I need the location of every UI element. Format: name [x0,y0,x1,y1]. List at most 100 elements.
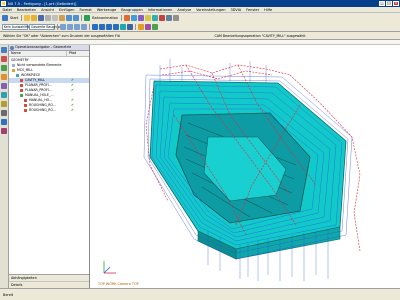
cam-animation-button[interactable]: Bahnanimation [91,16,119,20]
tree-node-unused[interactable]: Nicht verwendete Elemente [9,63,89,68]
copy-icon[interactable] [52,14,59,21]
create-operation-icon[interactable] [124,14,131,21]
menu-werkzeuge[interactable]: Werkzeuge [94,8,118,12]
undo-icon[interactable] [66,14,73,21]
show-hide-icon[interactable] [152,23,158,30]
menu-analyse[interactable]: Analyse [175,8,194,12]
tree-node-label: CAVITY_MILL [25,78,46,82]
assembly-navigator-icon[interactable] [1,47,7,53]
menu-format[interactable]: Format [77,8,94,12]
postprocess-icon[interactable] [166,14,173,21]
tree-node-geometry[interactable]: GEOMETRY [9,58,89,63]
generate-toolpath-icon[interactable] [152,14,159,21]
rotate-icon[interactable] [113,23,119,30]
check-icon: ✔ [71,103,75,107]
part-toolpath-view[interactable] [90,45,400,288]
tree-node-roughing[interactable]: ROUGHING_RO... ✔ [9,108,89,113]
wcs-triad [103,261,116,274]
wcs-icon[interactable] [145,23,151,30]
toolbar-row-2: Kein Auswahlfilter Gesamte Baugruppe [0,22,400,31]
snap-mid-icon[interactable] [74,23,80,30]
paste-icon[interactable] [59,14,66,21]
create-geometry-icon[interactable] [138,14,145,21]
operation-navigator: Operationsnavigator - Geometrie Name Pfa… [9,45,90,289]
create-method-icon[interactable] [145,14,152,21]
tree-node-manual-hole-op[interactable]: MANUAL_HO... ✔ [9,98,89,103]
roughing-icon [24,103,27,107]
tree-node-label: ROUGHING_RO... [29,108,56,112]
status-bar: Bereit [0,288,400,300]
menu-3dvia[interactable]: 3DVIA [228,8,244,12]
menu-ansicht[interactable]: Ansicht [39,8,57,12]
verify-toolpath-icon[interactable] [159,14,166,21]
open-folder-icon[interactable] [31,14,38,21]
selection-scope-select[interactable]: Gesamte Baugruppe [29,23,64,30]
tree-node-workpiece[interactable]: WORKPIECE [9,73,89,78]
minimize-button[interactable]: _ [379,1,385,6]
pan-icon[interactable] [106,23,112,30]
machine-navigator-icon[interactable] [1,83,7,89]
menu-voreinstellungen[interactable]: Voreinstellungen [194,8,228,12]
save-icon[interactable] [38,14,45,21]
rapid-path [161,70,273,80]
maximize-button[interactable]: □ [386,1,392,6]
part-navigator-icon[interactable] [1,65,7,71]
pin-icon[interactable] [10,46,14,50]
column-name[interactable]: Name [9,51,67,56]
coordinate-system-icon [12,68,15,72]
tree-node-mcs[interactable]: MCS_MILL [9,68,89,73]
rapid-path [159,64,291,76]
selection-filter-select[interactable]: Kein Auswahlfilter [2,23,33,30]
web-browser-icon[interactable] [1,119,7,125]
start-menu-icon[interactable] [2,14,8,21]
tree-node-cavity-mill[interactable]: CAVITY_MILL ✔ [9,78,89,83]
create-tool-icon[interactable] [131,14,138,21]
tree-node-manual-hole[interactable]: MANUAL_HOLE_... [9,93,89,98]
hole-making-icon [24,98,27,102]
menu-informationen[interactable]: Informationen [145,8,175,12]
start-button[interactable]: Start [9,16,19,20]
operation-navigator-icon[interactable] [1,74,7,80]
check-icon: ✔ [71,78,75,82]
window-title: NX 7.5 - Fertigung - [1.prt (Geändert)] [8,1,77,6]
roles-icon[interactable] [1,128,7,134]
shop-docs-icon[interactable] [173,14,180,21]
hole-geometry-icon [20,93,23,97]
close-button[interactable]: x [393,1,399,6]
operation-tree: GEOMETRY Nicht verwendete Elemente MCS_M… [9,57,89,237]
dependencies-pane[interactable]: Abhängigkeiten [9,275,89,282]
shaded-view-icon[interactable] [120,23,126,30]
cam-animation-icon[interactable] [84,14,91,21]
planar-profile-icon [20,83,23,87]
menu-fenster[interactable]: Fenster [244,8,262,12]
tree-node-planar-profile[interactable]: PLANAR_PROFI... ✔ [9,83,89,88]
reuse-library-icon[interactable] [1,92,7,98]
toolbar-separator [81,14,83,21]
cut-icon[interactable] [45,14,52,21]
new-file-icon[interactable] [24,14,31,21]
graphics-window[interactable]: TOP WORK Camera TOP [90,45,400,288]
menu-bearbeiten[interactable]: Bearbeiten [14,8,38,12]
layer-icon[interactable] [138,23,144,30]
toolbar-separator [89,23,90,30]
menu-baugruppen[interactable]: Baugruppen [119,8,145,12]
menu-hilfe[interactable]: Hilfe [262,8,275,12]
column-path[interactable]: Pfad [67,51,89,56]
system-materials-icon[interactable] [1,110,7,116]
snap-point-icon[interactable] [60,23,66,30]
constraint-navigator-icon[interactable] [1,56,7,62]
redo-icon[interactable] [73,14,80,21]
fit-view-icon[interactable] [92,23,98,30]
toolbar-separator [57,23,58,30]
tree-node-roughing[interactable]: ROUGHING_RO... ✔ [9,103,89,108]
menu-datei[interactable]: Datei [0,8,14,12]
resource-bar [0,45,9,288]
history-icon[interactable] [1,101,7,107]
tree-node-planar-profile[interactable]: PLANAR_PROFI... ✔ [9,88,89,93]
snap-end-icon[interactable] [67,23,73,30]
zoom-icon[interactable] [99,23,105,30]
wireframe-view-icon[interactable] [127,23,133,30]
planar-profile-icon [20,88,23,92]
snap-center-icon[interactable] [81,23,87,30]
menu-einfuegen[interactable]: Einfügen [57,8,77,12]
